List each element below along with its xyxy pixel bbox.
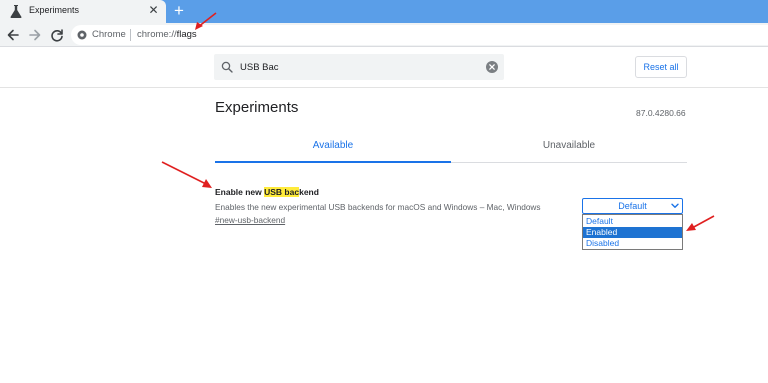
address-bar[interactable]: Chrome chrome://flags [71,25,768,45]
flag-description: Enables the new experimental USB backend… [215,202,541,212]
omnibox-divider [130,29,131,41]
flag-title: Enable new USB backend [215,187,319,197]
flags-header: Reset all [0,48,768,88]
chevron-down-icon [671,203,679,208]
search-input[interactable] [240,58,480,76]
tab-available[interactable]: Available [215,136,451,162]
flag-title-suffix: kend [299,187,319,197]
plus-icon[interactable]: + [171,2,187,20]
browser-tab[interactable]: Experiments ✕ [0,0,166,23]
search-highlight: USB bac [264,187,300,197]
tab-unavailable[interactable]: Unavailable [451,136,687,162]
tab-strip: Experiments ✕ + [0,0,768,23]
search-box [214,54,504,80]
site-chip: Chrome [92,29,126,40]
refresh-icon[interactable] [47,25,67,45]
flag-state-select[interactable]: Default [582,198,683,214]
close-icon[interactable]: ✕ [147,4,160,17]
tab-title: Experiments [29,5,80,15]
back-arrow-icon[interactable] [3,25,23,45]
annotation-arrow-flag [161,161,212,188]
chrome-site-icon [77,30,87,40]
clear-icon[interactable] [486,61,498,73]
search-icon [221,61,233,73]
flask-icon [10,5,22,18]
browser-toolbar: Chrome chrome://flags [0,23,768,47]
reset-all-button[interactable]: Reset all [635,56,687,78]
annotation-arrow-url [195,12,217,30]
url-prefix: chrome:// [137,29,177,40]
option-default[interactable]: Default [583,216,682,227]
flag-title-prefix: Enable new [215,187,265,197]
option-disabled[interactable]: Disabled [583,238,682,249]
annotation-arrow-option [686,215,715,231]
flag-permalink[interactable]: #new-usb-backend [215,215,285,225]
select-value: Default [618,201,647,211]
option-enabled[interactable]: Enabled [583,227,682,238]
url-text: chrome://flags [137,29,197,40]
page-title: Experiments [215,99,299,116]
forward-arrow-icon[interactable] [25,25,45,45]
version-label: 87.0.4280.66 [636,108,686,118]
dropdown-options: Default Enabled Disabled [582,214,683,250]
active-tab-indicator [215,161,451,163]
